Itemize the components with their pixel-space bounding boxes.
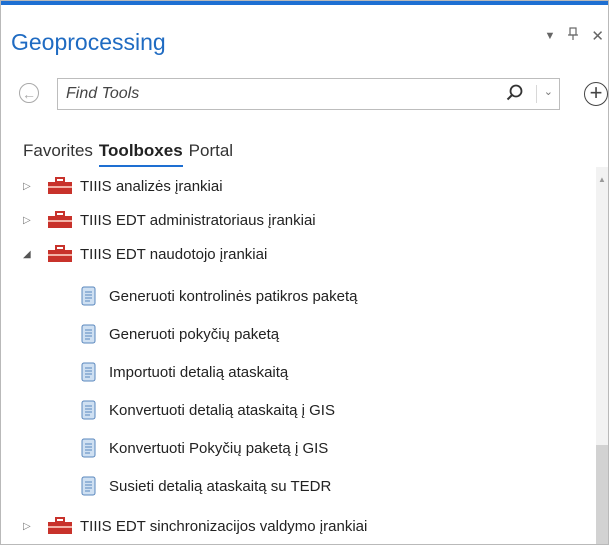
tree-item-tool[interactable]: Generuoti kontrolinės patikros paketą xyxy=(79,279,357,313)
tab-favorites[interactable]: Favorites xyxy=(23,141,93,161)
expand-arrow-icon[interactable]: ▷ xyxy=(23,521,33,532)
vertical-scrollbar[interactable]: ▲ xyxy=(596,167,608,544)
tree-item-label: Konvertuoti Pokyčių paketą į GIS xyxy=(109,439,329,457)
script-tool-icon xyxy=(81,400,96,420)
toolbox-icon xyxy=(48,245,72,262)
search-input[interactable]: Find Tools xyxy=(66,85,139,103)
tree-item-label: Generuoti pokyčių paketą xyxy=(109,325,280,343)
pane-controls: ▼ ✕ xyxy=(545,27,604,45)
toolbox-icon xyxy=(48,177,72,194)
tree-item-tool[interactable]: Generuoti pokyčių paketą xyxy=(79,317,279,351)
tree-item-toolbox[interactable]: ◢ TIIIS EDT naudotojo įrankiai xyxy=(1,237,267,271)
scrollbar-thumb[interactable] xyxy=(596,445,608,544)
script-tool-icon xyxy=(81,286,96,306)
tree-item-label: TIIIS EDT administratoriaus įrankiai xyxy=(80,211,316,229)
tree-item-label: TIIIS EDT naudotojo įrankiai xyxy=(80,245,268,263)
tree-item-tool[interactable]: Konvertuoti Pokyčių paketą į GIS xyxy=(79,431,328,465)
pane-title: Geoprocessing xyxy=(11,29,166,55)
script-tool-icon xyxy=(81,438,96,458)
tree-item-label: TIIIS EDT sinchronizacijos valdymo įrank… xyxy=(80,517,368,535)
expand-arrow-icon[interactable]: ▷ xyxy=(23,215,33,226)
geoprocessing-pane: Geoprocessing ▼ ✕ ← Find Tools ⌄ + Favor… xyxy=(0,0,609,545)
collapse-arrow-icon[interactable]: ◢ xyxy=(23,249,33,260)
tree-item-label: Konvertuoti detalią ataskaitą į GIS xyxy=(109,401,335,419)
back-arrow-icon[interactable]: ← xyxy=(19,83,39,103)
expand-arrow-icon[interactable]: ▷ xyxy=(23,181,33,192)
geoprocessing-tabs: Favorites Toolboxes Portal xyxy=(23,141,233,167)
tree-item-tool[interactable]: Importuoti detalią ataskaitą xyxy=(79,355,288,389)
tree-item-toolbox[interactable]: ▷ TIIIS analizės įrankiai xyxy=(1,169,223,203)
toolbox-icon xyxy=(48,517,72,534)
toolbox-icon xyxy=(48,211,72,228)
tree-item-label: Generuoti kontrolinės patikros paketą xyxy=(109,287,358,305)
scroll-up-arrow-icon[interactable]: ▲ xyxy=(598,175,606,184)
tree-item-label: Importuoti detalią ataskaitą xyxy=(109,363,289,381)
script-tool-icon xyxy=(81,476,96,496)
tree-item-tool[interactable]: Susieti detalią ataskaitą su TEDR xyxy=(79,469,331,503)
tree-item-tool[interactable]: Konvertuoti detalią ataskaitą į GIS xyxy=(79,393,335,427)
find-tools-search[interactable]: Find Tools ⌄ xyxy=(57,78,560,110)
tab-toolboxes[interactable]: Toolboxes xyxy=(98,141,183,167)
pane-accent-bar xyxy=(1,1,608,5)
add-circle-icon[interactable]: + xyxy=(584,82,608,106)
tree-item-toolbox[interactable]: ▷ TIIIS EDT administratoriaus įrankiai xyxy=(1,203,316,237)
script-tool-icon xyxy=(81,324,96,344)
search-icon[interactable] xyxy=(505,83,525,103)
close-icon[interactable]: ✕ xyxy=(591,27,604,45)
search-options-dropdown-icon[interactable]: ⌄ xyxy=(544,85,553,98)
tree-item-toolbox[interactable]: ▷ TIIIS EDT sinchronizacijos valdymo įra… xyxy=(1,509,367,543)
search-separator xyxy=(536,85,537,103)
tree-item-label: TIIIS analizės įrankiai xyxy=(80,177,223,195)
script-tool-icon xyxy=(81,362,96,382)
auto-hide-pin-icon[interactable] xyxy=(567,27,579,45)
tab-portal[interactable]: Portal xyxy=(189,141,233,161)
options-dropdown-icon[interactable]: ▼ xyxy=(545,30,556,42)
tree-item-label: Susieti detalią ataskaitą su TEDR xyxy=(109,477,332,495)
